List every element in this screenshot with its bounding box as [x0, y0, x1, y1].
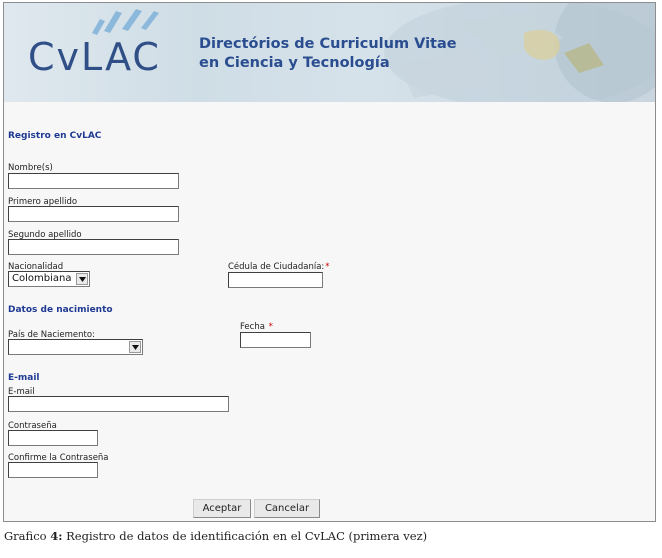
primer-apellido-input[interactable] — [8, 206, 179, 222]
banner-title-line2: en Ciencia y Tecnología — [199, 55, 390, 71]
cedula-input[interactable] — [228, 272, 323, 288]
cancel-button[interactable]: Cancelar — [254, 499, 320, 518]
segundo-apellido-input[interactable] — [8, 239, 179, 255]
nombres-label: Nombre(s) — [8, 163, 53, 173]
caption-prefix: Grafico — [4, 529, 47, 543]
caption-number: 4: — [50, 529, 63, 543]
confirme-contrasena-input[interactable] — [8, 462, 98, 478]
fecha-label-text: Fecha — [240, 322, 265, 332]
accept-button[interactable]: Aceptar — [193, 499, 251, 518]
nombres-input[interactable] — [8, 173, 179, 189]
banner-title-line1: Directórios de Curriculum Vitae — [199, 36, 457, 52]
nacionalidad-select[interactable]: Colombiana — [8, 271, 90, 287]
section-title-registro: Registro en CvLAC — [8, 131, 102, 141]
required-marker: * — [325, 262, 330, 272]
email-input[interactable] — [8, 396, 229, 412]
registration-window: CvLAC Directórios de Curriculum Vitae en… — [3, 2, 656, 522]
cvlac-logo: CvLAC — [28, 35, 161, 79]
cedula-label: Cédula de Ciudadanía:* — [228, 262, 330, 272]
figure-caption: Grafico 4: Registro de datos de identifi… — [4, 529, 427, 543]
dropdown-arrow-icon[interactable] — [76, 273, 88, 285]
cedula-label-text: Cédula de Ciudadanía: — [228, 262, 325, 272]
dropdown-arrow-icon[interactable] — [129, 341, 141, 353]
banner-title: Directórios de Curriculum Vitae en Cienc… — [199, 35, 457, 73]
pais-select[interactable] — [8, 339, 143, 355]
nacionalidad-selected-value: Colombiana — [12, 273, 72, 284]
contrasena-input[interactable] — [8, 430, 98, 446]
section-title-nacimiento: Datos de nacimiento — [8, 305, 113, 315]
fecha-label: Fecha * — [240, 322, 273, 332]
caption-text: Registro de datos de identificación en e… — [66, 529, 428, 543]
section-title-email: E-mail — [8, 373, 40, 383]
fecha-input[interactable] — [240, 332, 311, 348]
header-banner: CvLAC Directórios de Curriculum Vitae en… — [4, 3, 655, 102]
required-marker: * — [268, 322, 273, 332]
